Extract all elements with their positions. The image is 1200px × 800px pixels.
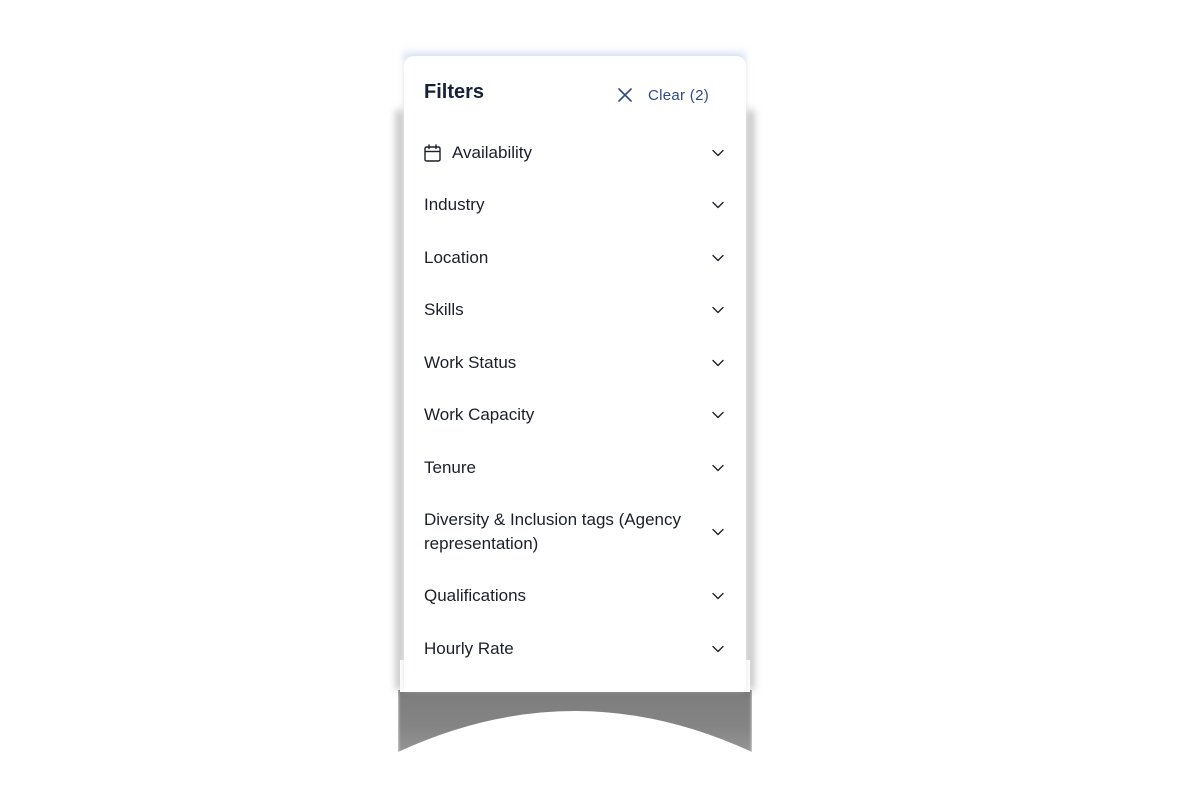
filter-label: Location bbox=[424, 247, 489, 267]
stage: Filters Clear (2) Availability Industry … bbox=[0, 0, 1200, 800]
filter-label: Qualifications bbox=[424, 586, 527, 605]
chevron-down-icon bbox=[712, 645, 726, 653]
panel-shadow-right bbox=[746, 110, 754, 690]
filter-item-hourly-rate[interactable]: Hourly Rate bbox=[404, 622, 746, 676]
filters-header: Filters Clear (2) bbox=[404, 56, 746, 130]
chevron-down-icon bbox=[712, 149, 726, 157]
filter-item-diversity-inclusion[interactable]: Diversity & Inclusion tags (Agency repre… bbox=[404, 494, 746, 570]
chevron-down-icon bbox=[712, 464, 726, 472]
filter-item-work-capacity[interactable]: Work Capacity bbox=[404, 389, 746, 441]
filter-item-tenure[interactable]: Tenure bbox=[404, 441, 746, 494]
filter-item-industry[interactable]: Industry bbox=[404, 178, 746, 231]
panel-shadow-left bbox=[396, 110, 404, 690]
clear-filters-button[interactable]: Clear (2) bbox=[618, 84, 709, 106]
filter-label: Industry bbox=[424, 194, 485, 214]
chevron-down-icon bbox=[712, 359, 726, 367]
chevron-down-icon bbox=[712, 254, 726, 262]
filter-item-location[interactable]: Location bbox=[404, 231, 746, 284]
chevron-down-icon bbox=[712, 306, 726, 314]
filter-item-work-status[interactable]: Work Status bbox=[404, 336, 746, 389]
filter-label: Work Capacity bbox=[424, 405, 535, 424]
filter-label: Skills bbox=[424, 300, 464, 319]
filter-label: Hourly Rate bbox=[424, 639, 514, 658]
page-curl-shadow bbox=[398, 680, 752, 760]
page-title: Filters bbox=[424, 81, 485, 103]
chevron-down-icon bbox=[712, 411, 726, 419]
filter-label: Tenure bbox=[424, 457, 476, 477]
close-icon bbox=[618, 88, 632, 102]
chevron-down-icon bbox=[712, 528, 726, 536]
filter-item-qualifications[interactable]: Qualifications bbox=[404, 570, 746, 622]
filter-item-availability[interactable]: Availability bbox=[404, 128, 746, 178]
chevron-down-icon bbox=[712, 592, 726, 600]
chevron-down-icon bbox=[712, 201, 726, 209]
clear-filters-label: Clear (2) bbox=[648, 86, 710, 104]
filters-panel: Filters Clear (2) Availability Industry … bbox=[404, 56, 746, 692]
filter-label: Availability bbox=[452, 143, 533, 162]
filter-label: Work Status bbox=[424, 352, 517, 372]
calendar-icon bbox=[424, 144, 441, 162]
filter-list: Availability Industry Location Skills Wo… bbox=[404, 128, 746, 676]
filter-item-skills[interactable]: Skills bbox=[404, 284, 746, 336]
filter-label: Diversity & Inclusion tags (Agency repre… bbox=[424, 510, 681, 553]
